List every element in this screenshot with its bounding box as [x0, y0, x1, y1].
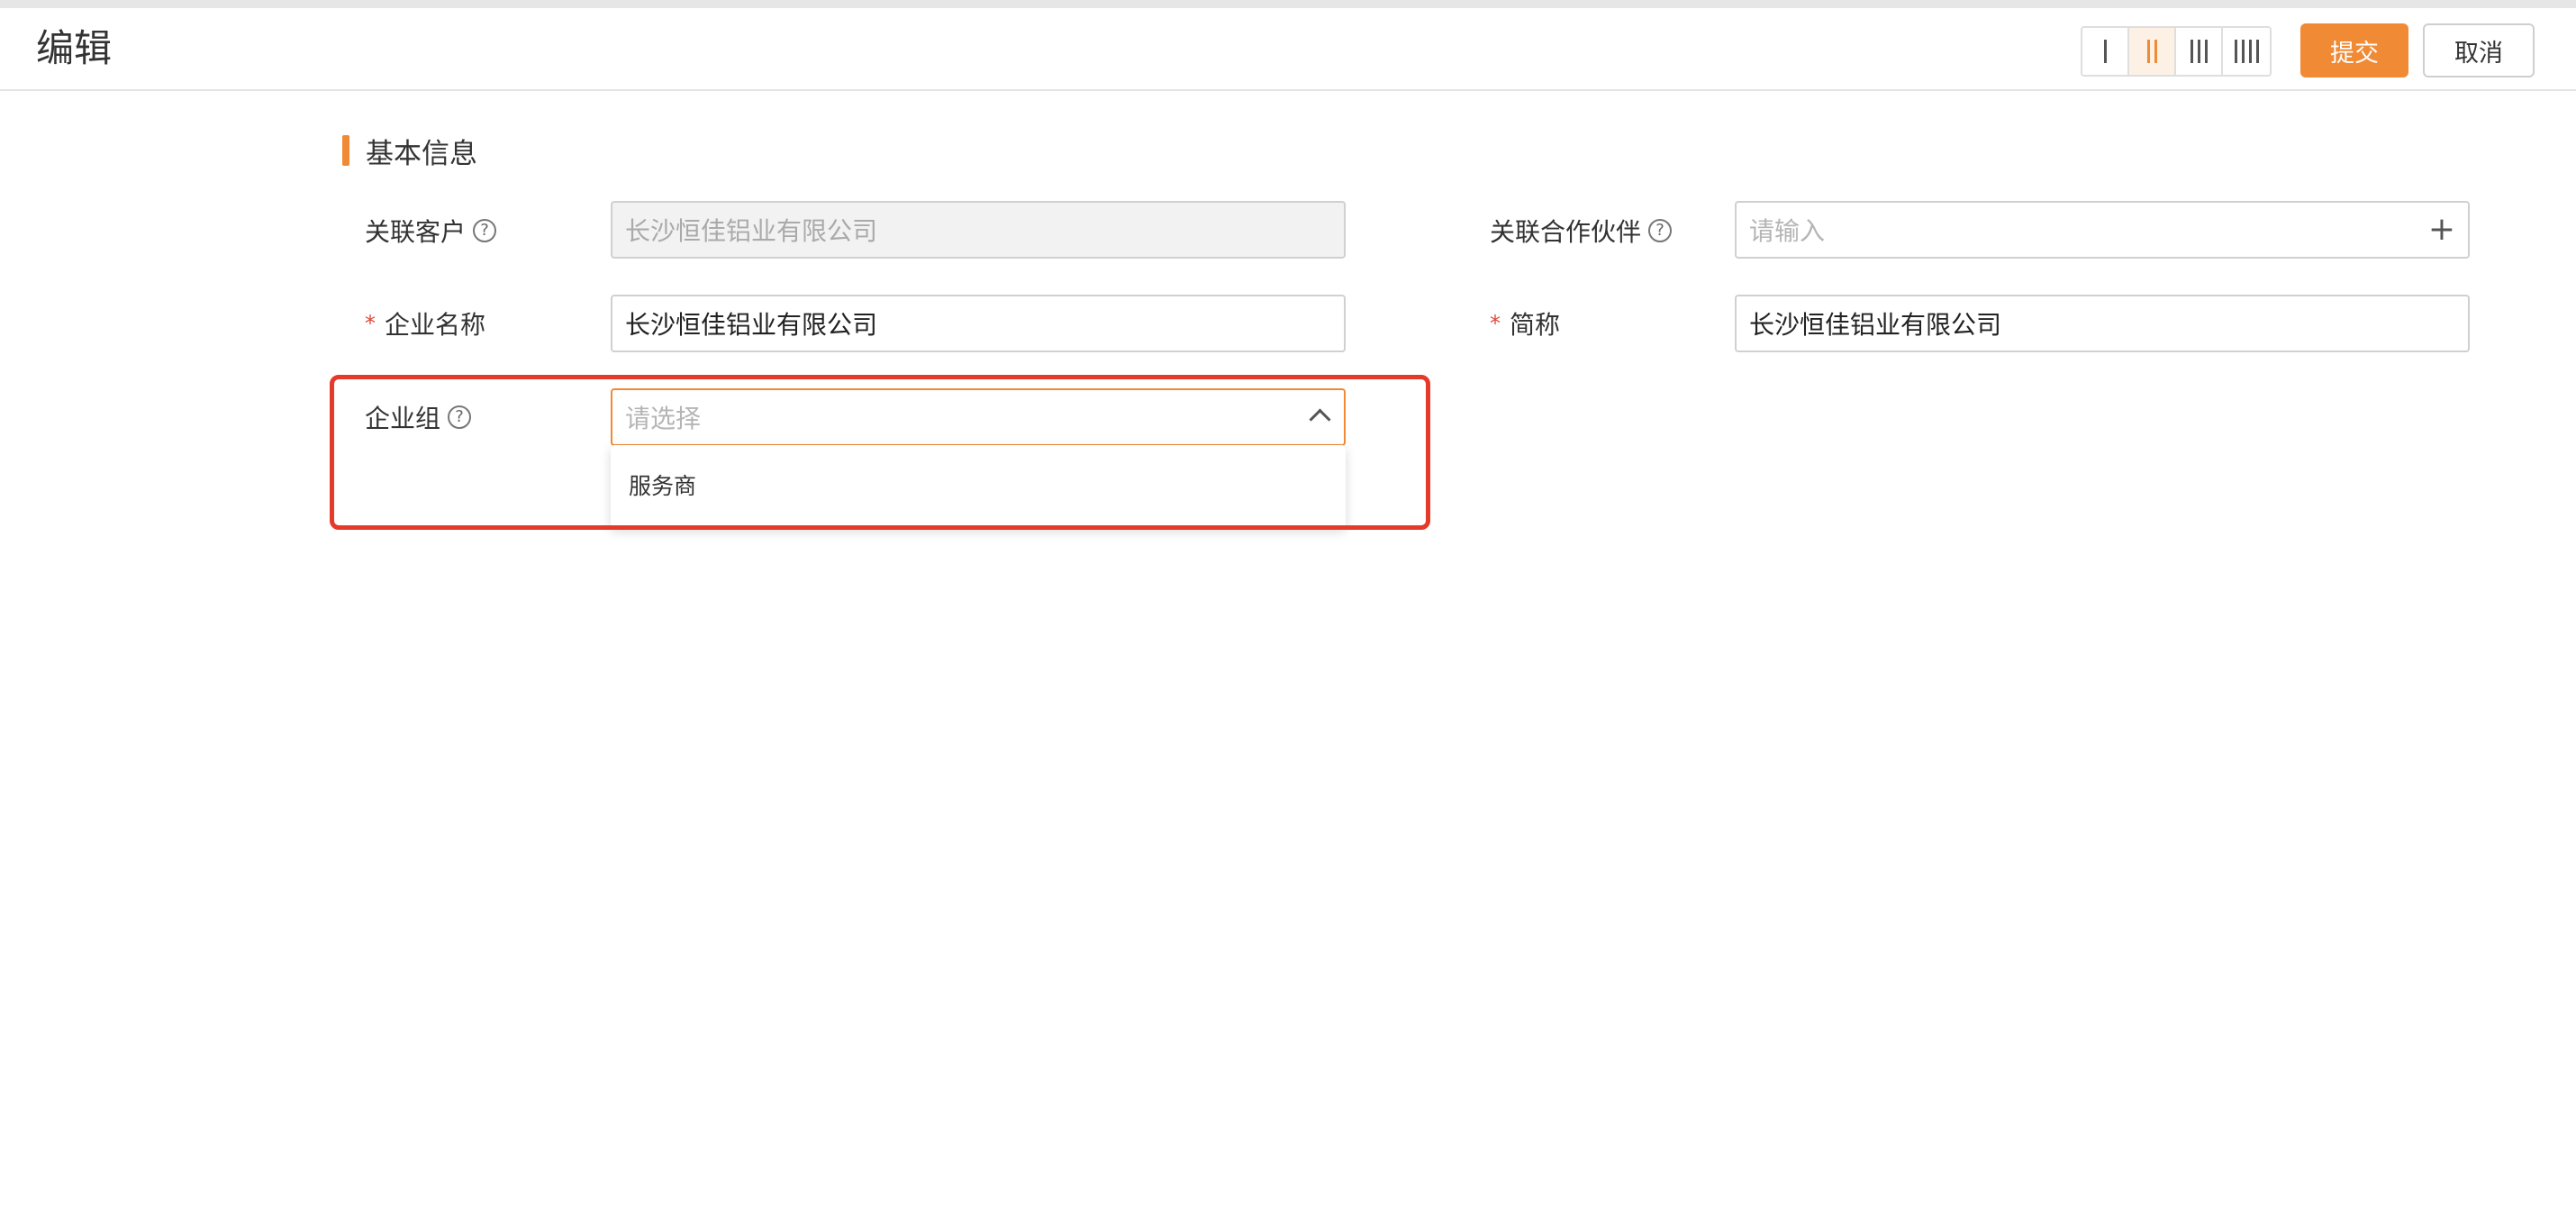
- dropdown-option[interactable]: 服务商: [629, 469, 696, 501]
- related-customer-value: 长沙恒佳铝业有限公司: [625, 216, 878, 246]
- company-group-label: 企业组 ?: [365, 399, 472, 435]
- section-basic-info: 基本信息: [342, 135, 477, 170]
- short-name-value: 长沙恒佳铝业有限公司: [1749, 310, 2002, 340]
- help-icon[interactable]: ?: [448, 405, 472, 429]
- related-partner-label: 关联合作伙伴 ?: [1490, 213, 1673, 249]
- layout-switch: [2081, 26, 2272, 77]
- chevron-up-icon[interactable]: [1309, 408, 1331, 431]
- help-icon[interactable]: ?: [473, 219, 497, 242]
- related-customer-label-text: 关联客户: [365, 217, 467, 247]
- short-name-label-text: 简称: [1510, 310, 1561, 340]
- related-customer-label: 关联客户 ?: [365, 213, 497, 249]
- layout-2-column-button[interactable]: [2129, 28, 2176, 75]
- company-group-dropdown: 服务商: [611, 445, 1346, 528]
- short-name-input[interactable]: 长沙恒佳铝业有限公司: [1735, 295, 2470, 352]
- section-title: 基本信息: [366, 137, 477, 170]
- bar-icon: [2103, 40, 2107, 63]
- cancel-button[interactable]: 取消: [2423, 23, 2535, 77]
- company-name-label-text: 企业名称: [385, 310, 486, 340]
- required-mark: *: [365, 311, 376, 336]
- layout-4-column-button[interactable]: [2223, 28, 2270, 75]
- bar-icon: [2190, 40, 2193, 63]
- company-name-label: * 企业名称: [365, 305, 485, 341]
- related-partner-input[interactable]: 请输入 +: [1735, 201, 2470, 259]
- related-partner-label-text: 关联合作伙伴: [1490, 217, 1642, 247]
- bar-icon: [2234, 40, 2237, 63]
- help-icon[interactable]: ?: [1648, 219, 1673, 242]
- bar-icon: [2204, 40, 2208, 63]
- related-customer-field: 长沙恒佳铝业有限公司: [611, 201, 1346, 259]
- top-border: [0, 0, 2576, 8]
- bar-icon: [2255, 40, 2259, 63]
- related-partner-placeholder: 请输入: [1749, 216, 1826, 246]
- bar-icon: [2154, 40, 2157, 63]
- company-name-value: 长沙恒佳铝业有限公司: [625, 310, 878, 340]
- company-group-label-text: 企业组: [365, 404, 441, 433]
- bar-icon: [2248, 40, 2252, 63]
- company-group-select[interactable]: 请选择: [611, 388, 1346, 446]
- bar-icon: [2146, 40, 2150, 63]
- company-group-placeholder: 请选择: [625, 404, 702, 433]
- submit-button[interactable]: 提交: [2300, 23, 2408, 77]
- section-accent-bar: [342, 135, 349, 166]
- bar-icon: [2241, 40, 2245, 63]
- bar-icon: [2197, 40, 2200, 63]
- layout-1-column-button[interactable]: [2082, 28, 2129, 75]
- add-icon[interactable]: +: [2428, 214, 2455, 246]
- required-mark: *: [1490, 311, 1501, 336]
- layout-3-column-button[interactable]: [2176, 28, 2223, 75]
- page-title: 编辑: [36, 26, 113, 70]
- short-name-label: * 简称: [1490, 305, 1560, 341]
- page-header: 编辑 提交 取消: [0, 8, 2576, 91]
- company-name-input[interactable]: 长沙恒佳铝业有限公司: [611, 295, 1346, 352]
